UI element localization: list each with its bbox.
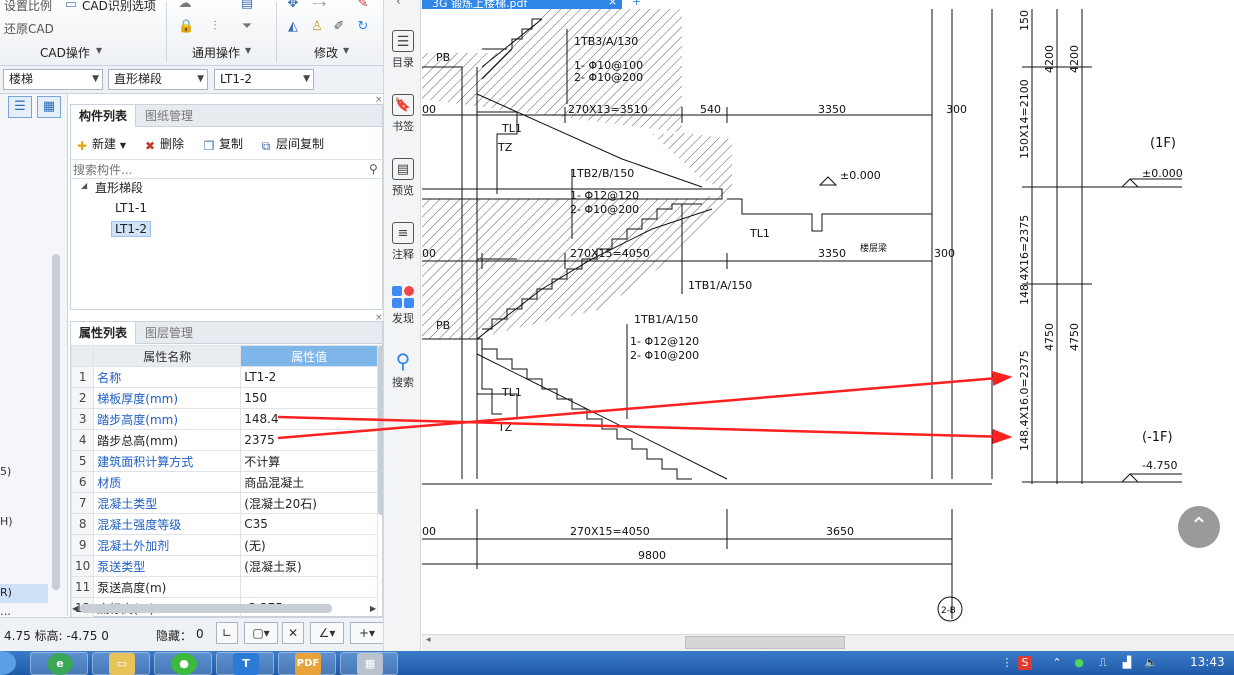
- wechat-tray-icon[interactable]: ●: [1072, 656, 1086, 670]
- folder-icon: ▭: [109, 653, 135, 675]
- start-button[interactable]: [0, 651, 16, 675]
- tray-up-icon[interactable]: ⌃: [1050, 656, 1064, 670]
- windows-taskbar: e ▭ ● T PDF ▦ ⋮ S ⌃ ● ⎍ ▟ 🔈 13:43: [0, 651, 1234, 675]
- annotation-arrow: [277, 415, 1013, 445]
- taskbar-app-calculator[interactable]: ▦: [340, 652, 398, 675]
- taskbar-clock[interactable]: 13:43: [1190, 655, 1225, 669]
- app-t-icon: T: [233, 653, 259, 675]
- calculator-icon: ▦: [357, 653, 383, 675]
- annotation-arrow: [277, 370, 1013, 440]
- tray-expand-icon[interactable]: ⋮: [1000, 656, 1014, 670]
- taskbar-app-browser[interactable]: e: [30, 652, 88, 675]
- pdf-icon: PDF: [295, 653, 321, 675]
- sogou-icon[interactable]: S: [1018, 656, 1032, 670]
- browser-icon: e: [47, 653, 73, 675]
- annotation-arrows: [277, 370, 1013, 445]
- taskbar-app-explorer[interactable]: ▭: [92, 652, 150, 675]
- chat-icon: ●: [171, 653, 197, 675]
- taskbar-app-glodon[interactable]: T: [216, 652, 274, 675]
- usb-icon[interactable]: ⎍: [1096, 656, 1110, 670]
- volume-icon[interactable]: 🔈: [1144, 656, 1158, 670]
- taskbar-app-pdf[interactable]: PDF: [278, 652, 336, 675]
- network-icon[interactable]: ▟: [1120, 656, 1134, 670]
- taskbar-app-wechat[interactable]: ●: [154, 652, 212, 675]
